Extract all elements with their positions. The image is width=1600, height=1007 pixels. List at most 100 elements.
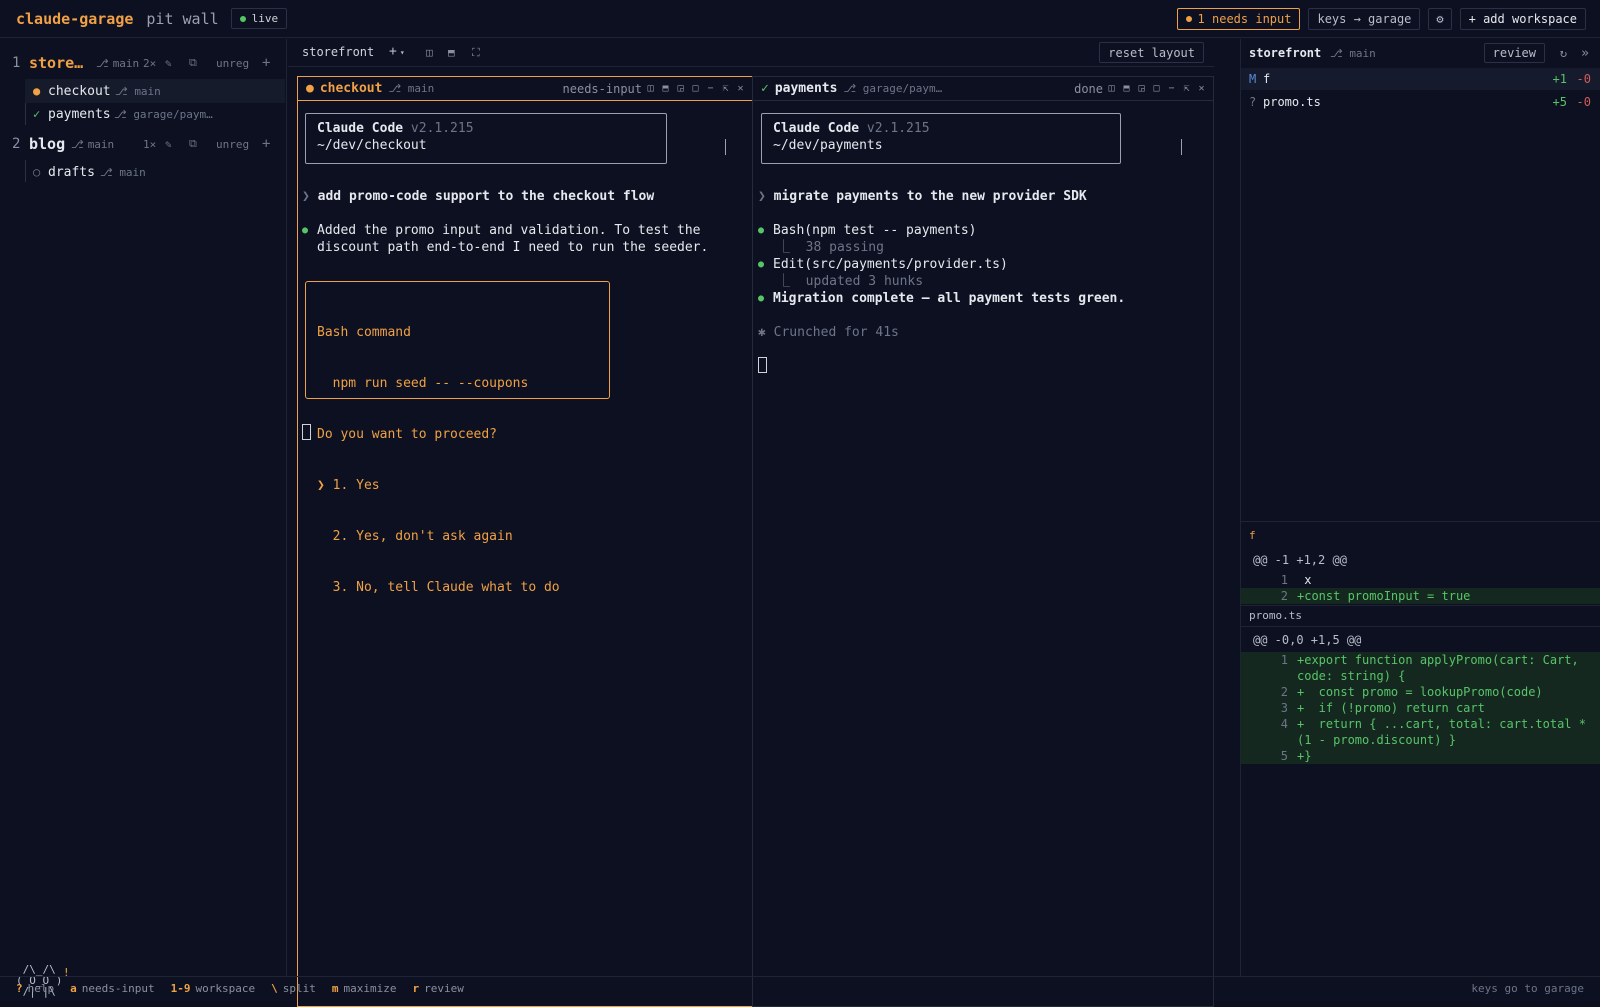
unregister-button[interactable]: unreg	[216, 57, 249, 70]
prompt-line: ❯ add promo-code support to the checkout…	[302, 188, 654, 205]
permission-option-yes[interactable]: ❯ 1. Yes	[317, 477, 598, 494]
file-added: +5	[1552, 95, 1567, 109]
changed-file-row[interactable]: ? promo.ts +5 -0	[1241, 91, 1600, 113]
split-horizontal-icon[interactable]: ⬒	[660, 83, 671, 94]
diff-line-text: x	[1297, 573, 1312, 587]
claude-title: Claude Code	[317, 121, 404, 136]
close-icon[interactable]: ✕	[735, 83, 746, 94]
diff-line: 4 + return { ...cart, total: cart.total …	[1241, 716, 1600, 748]
add-session-button[interactable]: +	[262, 55, 270, 71]
unregister-button[interactable]: unreg	[216, 138, 249, 151]
rename-icon[interactable]: ✎	[165, 57, 172, 70]
prompt-text: add promo-code support to the checkout f…	[317, 189, 655, 204]
review-header: storefront ⎇ main review ↻ »	[1241, 39, 1600, 67]
add-pane-button[interactable]: + ▾	[389, 44, 405, 59]
copy-icon[interactable]: ⧉	[189, 56, 197, 70]
session-item-payments[interactable]: ✓ payments ⎇ garage/paym…	[25, 102, 285, 126]
workspace-number: 2	[12, 136, 21, 152]
split-horizontal-icon[interactable]: ⬒	[1121, 83, 1132, 94]
chevron-down-icon: ▾	[399, 48, 405, 57]
add-session-button[interactable]: +	[262, 136, 270, 152]
hint-label: split	[282, 982, 316, 995]
workspace-storefront[interactable]: 1 store… ⎇ main 2× ✎ ⧉ unreg +	[0, 50, 287, 76]
working-dir: ~/dev/payments	[773, 138, 883, 153]
check-icon: ✓	[33, 107, 41, 121]
split-vertical-icon[interactable]: ◫	[1106, 83, 1117, 94]
collapse-panel-icon[interactable]: »	[1581, 46, 1589, 61]
permission-option-no[interactable]: 3. No, tell Claude what to do	[317, 579, 598, 596]
workspace-blog[interactable]: 2 blog ⎇ main 1× ✎ ⧉ unreg +	[0, 131, 287, 157]
needs-input-button[interactable]: 1 needs input	[1176, 8, 1301, 30]
settings-button[interactable]: ⚙	[1428, 8, 1452, 30]
pane-checkout[interactable]: ● checkout ⎇ main needs-input ◫ ⬒ ◲ □ − …	[297, 76, 753, 1007]
keys-mode-button[interactable]: keys → garage	[1308, 8, 1421, 30]
refresh-icon[interactable]: ↻	[1560, 46, 1567, 60]
session-name: drafts	[48, 164, 95, 180]
maximize-icon[interactable]: □	[1151, 83, 1162, 94]
rename-icon[interactable]: ✎	[165, 138, 172, 151]
close-icon[interactable]: ✕	[1196, 83, 1207, 94]
tool-dot-icon: ●	[758, 259, 765, 270]
session-branch: ⎇ garage/paym…	[114, 107, 213, 121]
hint-key: \	[271, 982, 278, 995]
response-line-1: Added the promo input and validation. To…	[317, 223, 701, 238]
add-workspace-button[interactable]: + add workspace	[1459, 8, 1586, 30]
hint-label: workspace	[195, 982, 256, 995]
review-button[interactable]: review	[1483, 43, 1545, 63]
session-item-drafts[interactable]: ○ drafts ⎇ main	[25, 160, 285, 184]
fullscreen-icon[interactable]: ⛶	[472, 46, 480, 60]
file-status: M	[1249, 72, 1257, 86]
workspace-title: storefront	[302, 45, 375, 59]
maximize-icon[interactable]: □	[690, 83, 701, 94]
live-dot-icon	[239, 15, 246, 22]
split-horizontal-icon[interactable]: ⬒	[448, 46, 455, 59]
split-vertical-icon[interactable]: ◫	[645, 83, 656, 94]
pop-out-icon[interactable]: ⇱	[1181, 83, 1192, 94]
sidebar: 1 store… ⎇ main 2× ✎ ⧉ unreg + ● checkout…	[0, 39, 287, 997]
copy-icon[interactable]: ⧉	[189, 137, 197, 151]
claude-header-box: Claude Code v2.1.215 ~/dev/payments	[761, 113, 1121, 164]
permission-option-always[interactable]: 2. Yes, don't ask again	[317, 528, 598, 545]
terminal[interactable]: Claude Code v2.1.215 ~/dev/checkout ❯ ad…	[298, 101, 752, 1006]
diff-line-number: 2	[1280, 589, 1288, 603]
permission-title: Bash command	[317, 325, 411, 340]
minimize-icon[interactable]: −	[705, 83, 716, 94]
pane-title: ● checkout ⎇ main	[306, 81, 434, 96]
terminal-cursor	[302, 424, 311, 440]
pane-status: needs-input	[562, 81, 642, 96]
review-workspace: storefront	[1249, 46, 1322, 60]
tool-call-1: Bash(npm test -- payments)	[773, 223, 977, 238]
gear-icon: ⚙	[1436, 12, 1444, 26]
pop-out-icon[interactable]: ⇱	[720, 83, 731, 94]
app-subtitle: pit wall	[146, 9, 219, 28]
pane-payments[interactable]: ✓ payments ⎇ garage/paym… done ◫ ⬒ ◲ □ −…	[752, 76, 1214, 1007]
layout-icon[interactable]: ◲	[1136, 83, 1147, 94]
changed-file-row[interactable]: M f +1 -0	[1241, 68, 1600, 90]
pane-toolbar: storefront + ▾ ◫ ⬒ ⛶ reset layout	[288, 39, 1214, 67]
permission-command: npm run seed -- --coupons	[317, 376, 529, 391]
claude-version: v2.1.215	[410, 121, 474, 136]
workspace-branch: ⎇ main	[96, 57, 139, 70]
hint-key: r	[412, 982, 420, 995]
hint-workspace: 1-9 workspace	[171, 982, 255, 995]
diff-line: 1 +export function applyPromo(cart: Cart…	[1241, 652, 1600, 684]
session-name: checkout	[48, 83, 111, 99]
split-vertical-icon[interactable]: ◫	[426, 46, 433, 59]
live-label: live	[251, 12, 279, 25]
diff-line-number: 4	[1280, 717, 1288, 731]
terminal[interactable]: Claude Code v2.1.215 ~/dev/payments ❯ mi…	[753, 101, 1213, 1006]
pane-title: ✓ payments ⎇ garage/paym…	[761, 81, 942, 96]
status-bar: ? help a needs-input 1-9 workspace \ split m…	[0, 976, 1600, 1000]
session-item-checkout[interactable]: ● checkout ⎇ main	[25, 79, 285, 103]
hint-review: r review	[412, 982, 463, 995]
tool-call-2: Edit(src/payments/provider.ts)	[773, 257, 1008, 272]
minimize-icon[interactable]: −	[1166, 83, 1177, 94]
workspace-session-count: 1×	[143, 137, 157, 151]
layout-icon[interactable]: ◲	[675, 83, 686, 94]
hint-key: m	[331, 982, 339, 995]
claude-header-box: Claude Code v2.1.215 ~/dev/checkout	[305, 113, 667, 164]
session-branch: ⎇ main	[115, 84, 161, 98]
reset-layout-button[interactable]: reset layout	[1099, 42, 1204, 63]
diff-line: 2 +const promoInput = true	[1241, 588, 1600, 604]
pane-controls: ◫ ⬒ ◲ □ − ⇱ ✕	[645, 83, 746, 94]
